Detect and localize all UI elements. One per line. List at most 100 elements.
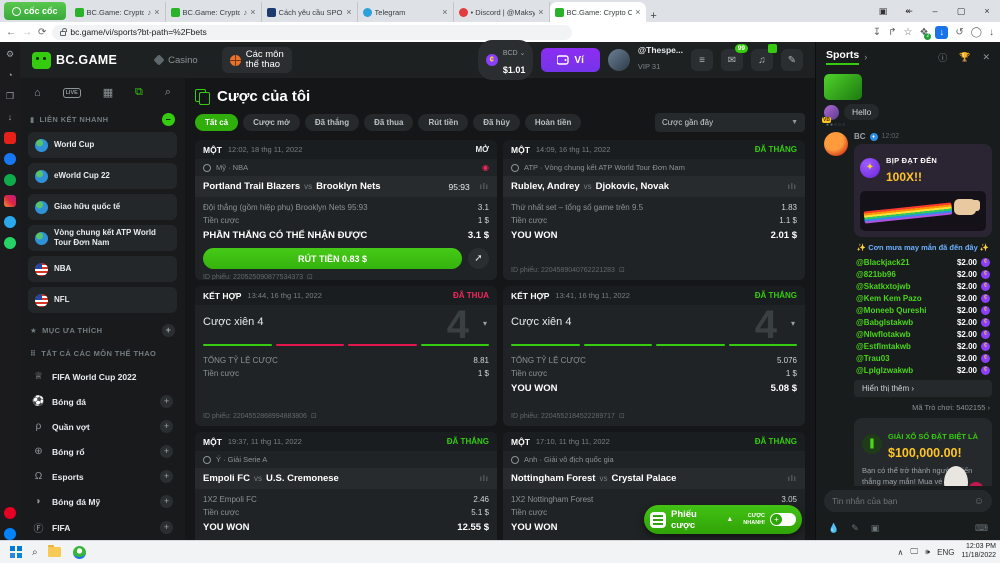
share-icon[interactable]: ↱	[888, 27, 896, 38]
display-tray-icon[interactable]: 🖵	[910, 547, 918, 557]
copy-icon[interactable]: ⊡	[619, 266, 625, 274]
quick-link-item[interactable]: Vòng chung kết ATP World Tour Đơn Nam	[28, 225, 177, 251]
maximize-button[interactable]: ▢	[948, 6, 974, 17]
my-bets-icon[interactable]: ⧉	[135, 86, 143, 99]
share-bet-icon[interactable]: ➚	[468, 248, 489, 269]
stats-icon[interactable]: ılı	[788, 182, 797, 191]
bell-icon[interactable]: ♫	[751, 49, 773, 71]
download-icon[interactable]: ↓	[4, 111, 16, 123]
gif-icon[interactable]: ▣	[871, 523, 880, 534]
download-manager-icon[interactable]: ↓	[935, 26, 948, 39]
tab-close-icon[interactable]: ×	[635, 7, 640, 17]
winner-name[interactable]: @Trau03	[856, 354, 957, 363]
quick-link-item[interactable]: Giao hữu quốc tế	[28, 194, 177, 220]
cube-icon[interactable]: ❒	[4, 90, 16, 102]
nav-casino[interactable]: Casino	[155, 55, 198, 66]
coccoc-brand-button[interactable]: cốc cốc	[4, 2, 66, 20]
filter-pill[interactable]: Đã thua	[364, 114, 413, 131]
chat-bubble-icon[interactable]: ✎	[781, 49, 803, 71]
youtube-icon[interactable]	[4, 132, 16, 144]
language-indicator[interactable]: ENG	[937, 548, 954, 557]
copy-icon[interactable]: ⊡	[619, 412, 625, 420]
browser-tab[interactable]: Cách yêu cầu SPORTSBOOK×	[262, 2, 358, 22]
close-window-button[interactable]: ×	[974, 6, 1000, 16]
filter-pill[interactable]: Cược mở	[243, 114, 300, 131]
expand-plus-button[interactable]: +	[160, 420, 173, 433]
instagram-icon[interactable]	[4, 195, 16, 207]
sidebar-sport[interactable]: ρQuần vợt+	[28, 414, 177, 439]
close-chat-icon[interactable]: ✕	[982, 52, 990, 63]
quick-link-item[interactable]: NFL	[28, 287, 177, 313]
cashout-button[interactable]: RÚT TIỀN 0.83 $	[203, 248, 462, 269]
quick-link-item[interactable]: eWorld Cup 22	[28, 163, 177, 189]
emoji-icon[interactable]: ☺	[974, 496, 984, 507]
coccoc-taskbar-icon[interactable]	[73, 546, 86, 559]
tab-close-icon[interactable]: ×	[250, 7, 255, 17]
expand-plus-button[interactable]: +	[160, 395, 173, 408]
add-favorite-button[interactable]: +	[162, 324, 175, 337]
sidebar-sport[interactable]: ⚽Bóng đá+	[28, 389, 177, 414]
chat-channel-sports[interactable]: Sports	[826, 49, 859, 65]
zalo-icon[interactable]	[4, 174, 16, 186]
filter-pill[interactable]: Tất cả	[195, 114, 238, 131]
collapse-button[interactable]: –	[162, 113, 175, 126]
rain-promo-card[interactable]: ✦ BỊP ĐẠT ĐẾN100X!!	[854, 144, 992, 237]
show-more-button[interactable]: Hiển thị thêm ›	[854, 380, 992, 397]
menu-list-icon[interactable]: ≡	[691, 49, 713, 71]
winner-name[interactable]: @Nlwflotakwb	[856, 330, 957, 339]
sidebar-sport[interactable]: ♕FIFA World Cup 2022	[28, 364, 177, 389]
forward-button[interactable]: →	[22, 27, 32, 38]
quick-link-item[interactable]: NBA	[28, 256, 177, 282]
lottery-promo-card[interactable]: ❚ GIẢI XỔ SỐ ĐẶT BIỆT LÀ$100,000.00! Bạn…	[854, 418, 992, 486]
browser-tab-active[interactable]: BC.Game: Crypto Casino Gam×	[550, 2, 646, 22]
trophy-icon[interactable]: 🏆	[959, 52, 970, 63]
browser-tab[interactable]: BC.Game: Crypto Casino♪×	[166, 2, 262, 22]
chat-username[interactable]: BC	[854, 132, 866, 141]
nav-sports[interactable]: Các mônthể thao	[222, 47, 292, 73]
winner-name[interactable]: @Skatkxtojwb	[856, 282, 957, 291]
facebook-icon[interactable]	[4, 153, 16, 165]
game-code-link[interactable]: Mã Trò chơi: 5402155 ›	[854, 403, 990, 412]
mail-icon[interactable]: ✉99	[721, 49, 743, 71]
filter-pill[interactable]: Đã thắng	[305, 114, 359, 131]
reload-button[interactable]: ⟳	[38, 27, 46, 38]
avatar[interactable]: VB	[824, 105, 839, 120]
tab-close-icon[interactable]: ×	[538, 7, 543, 17]
browser-tab[interactable]: Telegram×	[358, 2, 454, 22]
quick-bet-toggle[interactable]	[770, 513, 796, 526]
minimize-button[interactable]: –	[922, 6, 948, 16]
info-icon[interactable]: ⓘ	[938, 51, 947, 64]
chevron-down-icon[interactable]: ▾	[791, 319, 795, 328]
browser-tab[interactable]: • Discord | @Maksypro×	[454, 2, 550, 22]
winner-name[interactable]: @Estflmtakwb	[856, 342, 957, 351]
restore-session-icon[interactable]: ↞	[896, 6, 922, 17]
winner-name[interactable]: @Lplglzwakwb	[856, 366, 957, 375]
chat-input[interactable]: Tin nhắn của bạn ☺	[824, 490, 992, 512]
bet-card-combo[interactable]: KẾT HỢP13:41, 16 thg 11, 2022ĐÃ THẮNG Cư…	[503, 286, 805, 426]
home-icon[interactable]: ⌂	[34, 87, 41, 99]
rain-drop-icon[interactable]: 💧	[828, 523, 839, 534]
copy-icon[interactable]: ⊡	[307, 273, 313, 280]
tab-close-icon[interactable]: ×	[154, 7, 159, 17]
url-bar[interactable]: bc.game/vi/sports?bt-path=%2Fbets	[52, 25, 572, 40]
calendar-icon[interactable]: ▦	[103, 86, 113, 99]
profile-icon[interactable]: ◯	[971, 27, 982, 38]
winner-name[interactable]: @Blackjack21	[856, 258, 957, 267]
filter-pill[interactable]: Đã hủy	[473, 114, 520, 131]
expand-plus-button[interactable]: +	[160, 495, 173, 508]
live-icon[interactable]: LIVE	[63, 88, 81, 98]
pencil-icon[interactable]: ✎	[851, 523, 859, 534]
telegram-icon[interactable]	[4, 216, 16, 228]
taskbar-search-icon[interactable]: ⌕	[32, 547, 38, 558]
sort-dropdown[interactable]: Cược gần đây▼	[655, 113, 805, 132]
quick-link-item[interactable]: World Cup	[28, 132, 177, 158]
extension-icon[interactable]: ❖2	[919, 27, 928, 38]
stats-icon[interactable]: ılı	[788, 474, 797, 483]
bet-card[interactable]: MỘT19:37, 11 thg 11, 2022ĐÃ THẮNG Ý · Gi…	[195, 432, 497, 540]
sidebar-sport[interactable]: ⒻFIFA+	[28, 514, 177, 540]
expand-plus-button[interactable]: +	[160, 445, 173, 458]
wallet-button[interactable]: Ví	[541, 48, 599, 72]
avatar[interactable]	[608, 49, 630, 71]
speed-dial-icon[interactable]: ◔	[4, 69, 16, 81]
downloads-icon[interactable]: ↓	[989, 27, 994, 38]
